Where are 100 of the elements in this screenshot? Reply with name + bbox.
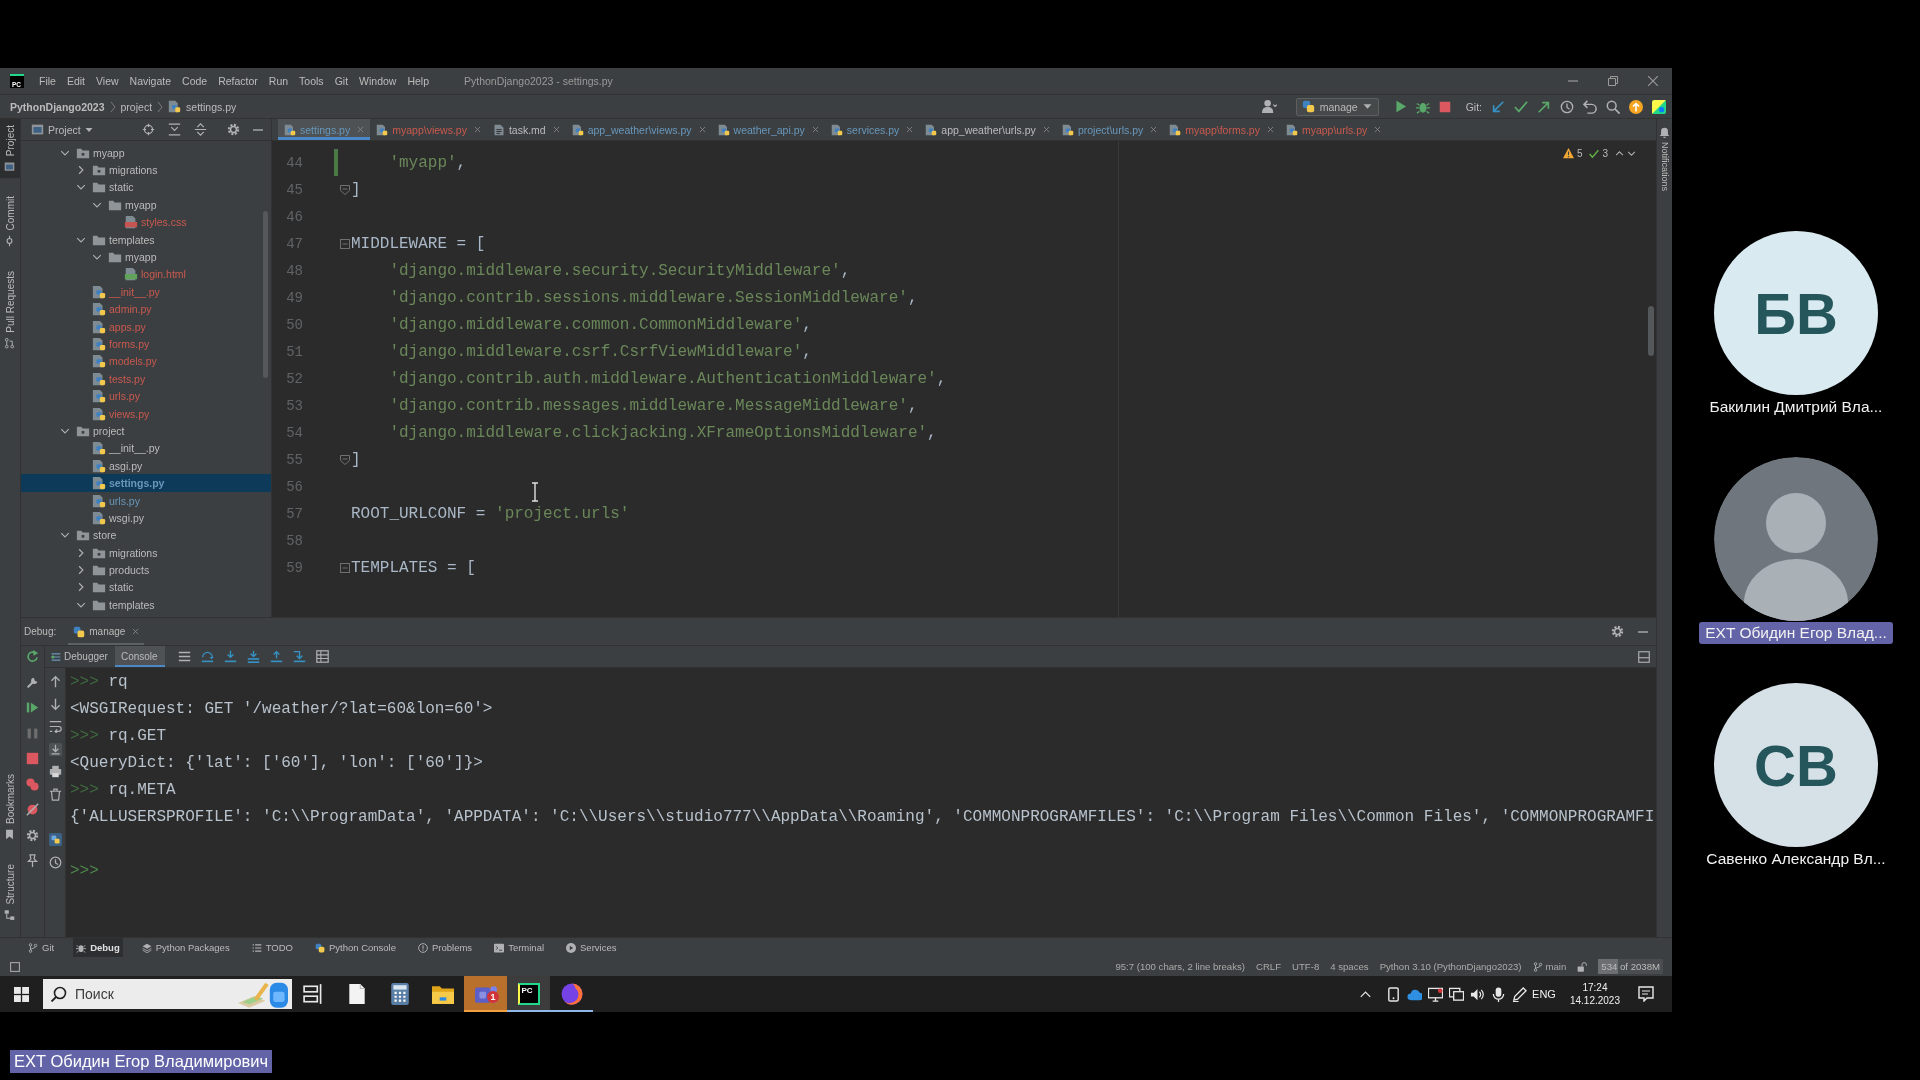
step-out-icon[interactable] [269,650,283,663]
microphone-icon[interactable] [1491,986,1507,1002]
speaker-icon[interactable] [1470,986,1486,1002]
close-icon[interactable] [811,126,819,133]
mute-breakpoints-icon[interactable] [26,803,39,816]
fold-end-marker-icon[interactable] [340,454,350,465]
tree-item[interactable]: myapp [21,248,271,266]
run-icon[interactable] [1393,100,1407,113]
chevron-right-icon[interactable] [76,565,86,576]
minimize-icon[interactable] [253,128,263,131]
chevron-up-icon[interactable] [1615,149,1624,158]
editor-tab[interactable]: project\urls.py [1055,119,1164,140]
minimize-icon[interactable] [1638,630,1648,633]
printer-icon[interactable] [48,765,62,779]
language-indicator[interactable]: ENG [1532,988,1556,1000]
warning-count[interactable]: 5 [1576,148,1583,159]
tablet-icon[interactable] [1386,986,1402,1002]
scrollbar[interactable] [263,211,268,378]
debug-tab[interactable]: Console [114,646,165,667]
menu-item[interactable]: Edit [66,75,85,87]
expand-all-icon[interactable] [168,123,181,136]
check-icon[interactable] [1514,99,1528,114]
caret-icon[interactable] [84,125,93,134]
memory-indicator[interactable]: 534 of 2038M [1598,959,1663,974]
close-icon[interactable] [1374,126,1382,133]
scrollbar[interactable] [1648,306,1654,356]
tool-window-button[interactable]: Services [563,938,620,957]
colorful-square-icon[interactable] [1652,99,1666,114]
windows-logo-icon[interactable] [14,986,29,1002]
editor-tab[interactable]: services.py [824,119,920,140]
tool-window-button[interactable]: Problems [415,938,476,957]
close-icon[interactable] [1648,76,1658,86]
notification-icon[interactable] [1638,986,1654,1002]
menu-item[interactable]: Code [182,75,208,87]
arrow-down-icon[interactable] [48,697,62,711]
tree-item[interactable]: __init__.py [21,439,271,458]
menu-item[interactable]: Tools [299,75,324,87]
pin-icon[interactable] [26,854,39,867]
tool-window-button[interactable]: Project [0,119,20,179]
resume-icon[interactable] [26,701,39,714]
tool-window-button[interactable]: Debug [73,938,123,957]
tool-window-button[interactable]: Structure [0,858,20,927]
locate-icon[interactable] [142,123,155,136]
chevron-down-icon[interactable] [1627,149,1636,158]
menu-item[interactable]: Run [268,75,289,87]
rerun-icon[interactable] [26,650,39,663]
step-into-icon[interactable] [223,650,237,663]
menu-item[interactable]: Refactor [218,75,258,87]
step-into-double-icon[interactable] [246,650,260,663]
arrow-up-icon[interactable] [48,675,62,688]
chevron-right-icon[interactable] [76,547,86,558]
tree-item[interactable]: settings.py [21,474,271,492]
tool-window-button[interactable]: Git [25,938,58,957]
close-icon[interactable] [906,126,914,133]
debug-tab[interactable]: Debugger [45,646,115,667]
pen-icon[interactable] [1512,986,1528,1002]
layout-icon[interactable] [1638,650,1650,663]
trash-icon[interactable] [48,787,62,801]
breakpoints-icon[interactable] [26,777,39,791]
breadcrumb[interactable]: settings.py [186,100,237,113]
tree-item[interactable]: urls.py [21,491,271,510]
clock-date[interactable]: 14.12.2023 [1569,994,1620,1007]
tool-window-button[interactable]: Python Packages [138,938,233,957]
window-layout-icon[interactable] [10,961,20,972]
status-branch[interactable]: main [1532,961,1567,972]
settings-icon[interactable] [1611,625,1624,638]
warning-icon[interactable] [1562,148,1574,159]
settings-icon[interactable] [227,123,240,136]
weak-warning-count[interactable]: 3 [1602,148,1608,159]
tree-item[interactable]: migrations [21,544,271,562]
clock-icon[interactable] [1560,99,1574,114]
run-config-dropdown[interactable]: manage [1295,97,1379,116]
editor-tab[interactable]: app_weather\urls.py [919,119,1056,140]
grid-icon[interactable] [315,650,329,663]
status-indent[interactable]: 4 spaces [1330,961,1369,972]
menu-item[interactable]: Window [359,75,397,87]
clock-time[interactable]: 17:24 [1582,981,1608,994]
arrow-down-left-icon[interactable] [1491,99,1505,114]
menu-item[interactable]: View [96,75,119,87]
python-console-icon[interactable] [48,833,62,847]
run-to-cursor-icon[interactable] [292,650,306,663]
chevron-right-icon[interactable] [76,582,86,593]
taskbar-button[interactable]: 1 [464,976,507,1012]
breadcrumb[interactable]: project [120,100,153,113]
tree-item[interactable]: migrations [21,161,271,179]
check-icon[interactable] [1589,148,1600,159]
lock-icon[interactable] [1577,961,1588,972]
fold-marker-icon[interactable] [340,238,350,249]
tool-window-button[interactable]: TODO [248,938,296,957]
stop-icon[interactable] [1438,100,1451,113]
tool-window-button[interactable]: Bookmarks [0,768,20,847]
chevron-right-icon[interactable] [76,165,86,176]
scroll-to-end-icon[interactable] [48,742,62,756]
tree-item[interactable]: static [21,578,271,597]
breadcrumb[interactable]: PythonDjango2023 [10,100,105,113]
tree-item[interactable]: wsgi.py [21,509,271,527]
user-icon[interactable] [1261,99,1277,114]
stop-icon[interactable] [26,752,39,765]
menu-item[interactable]: Navigate [129,75,172,87]
editor-tab[interactable]: app_weather\views.py [565,119,712,140]
